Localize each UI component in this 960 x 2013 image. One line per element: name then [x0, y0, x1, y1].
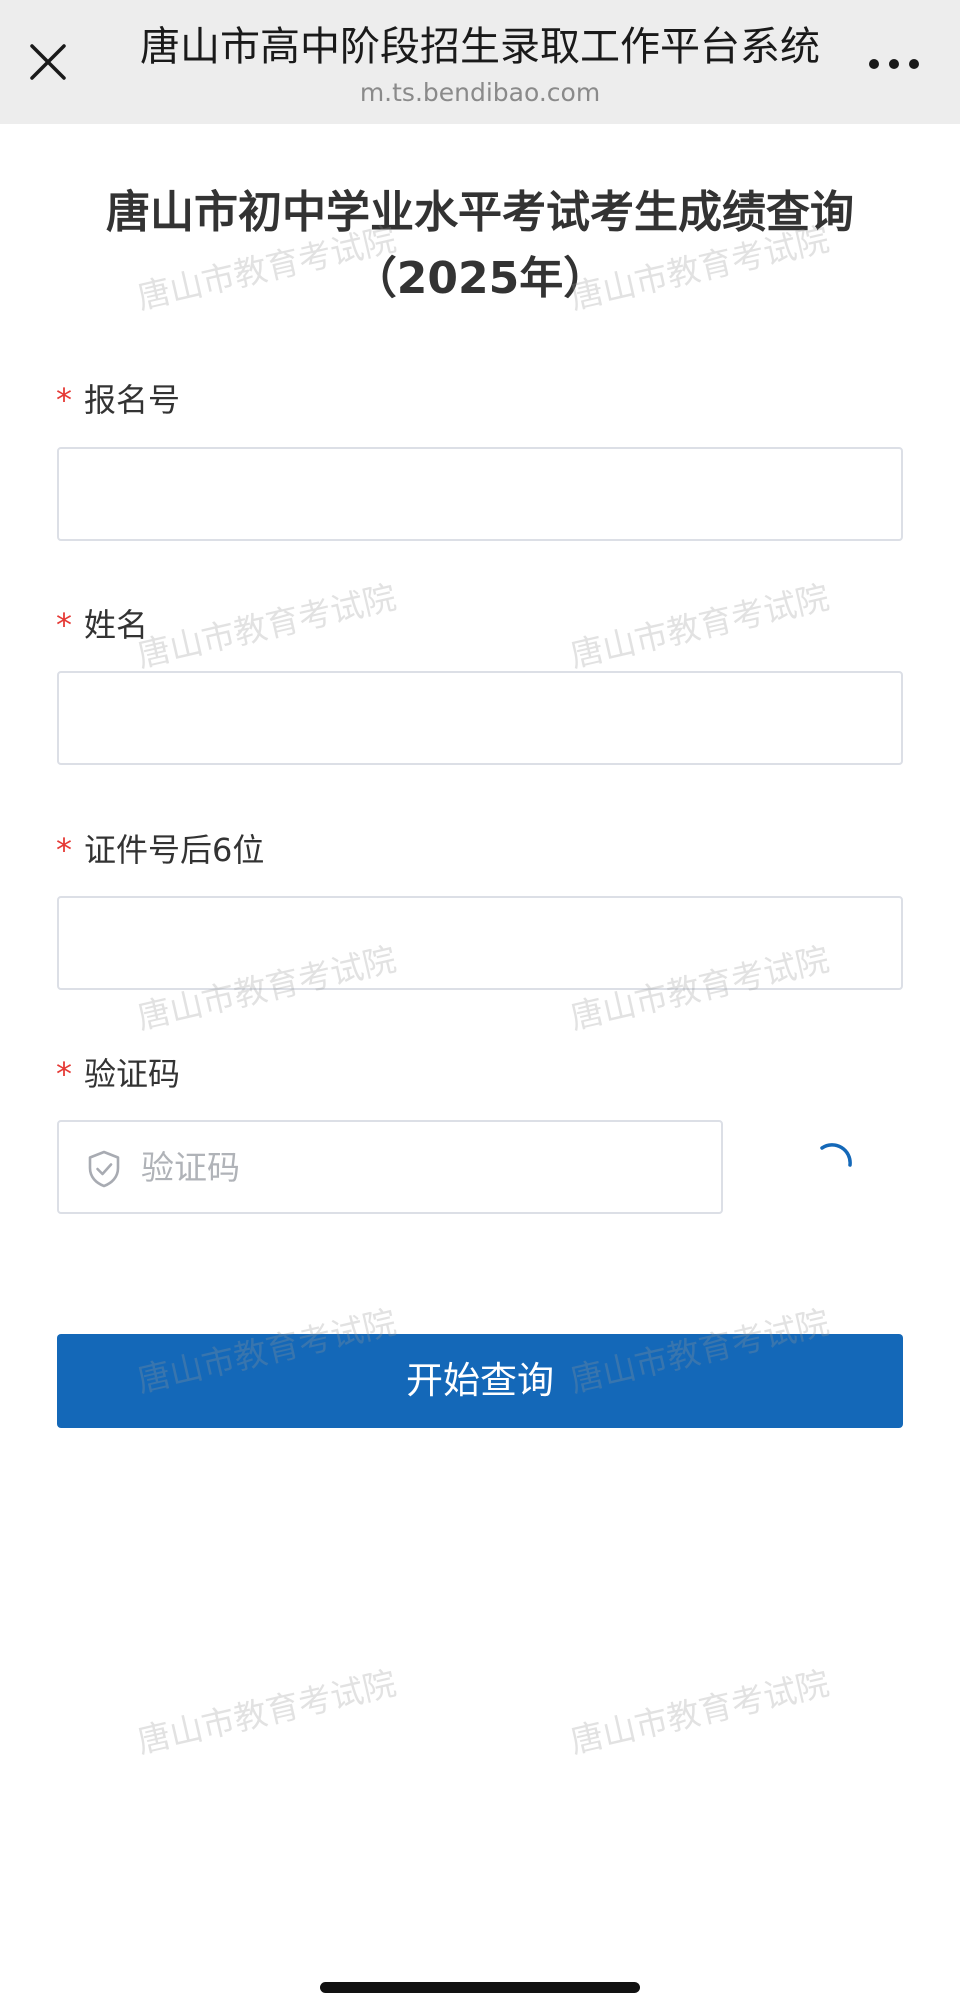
page-title: 唐山市初中学业水平考试考生成绩查询 （2025年） — [60, 180, 900, 312]
start-query-button[interactable]: 开始查询 — [57, 1334, 903, 1428]
loading-spinner-icon — [820, 1143, 852, 1167]
id-last6-input[interactable] — [57, 896, 903, 990]
watermark: 唐山市教育考试院 — [133, 577, 400, 675]
more-icon — [869, 59, 919, 69]
close-icon — [30, 44, 66, 80]
required-mark: * — [56, 1055, 72, 1093]
watermark: 唐山市教育考试院 — [133, 1663, 400, 1761]
required-mark: * — [56, 381, 72, 419]
captcha-image-loading-spinner[interactable] — [808, 1140, 858, 1190]
id-last6-label-text: 证件号后6位 — [84, 831, 265, 869]
name-input[interactable] — [57, 671, 903, 765]
shield-check-icon — [88, 1150, 120, 1188]
close-button[interactable] — [22, 36, 74, 88]
watermark: 唐山市教育考试院 — [566, 1663, 833, 1761]
name-label: * 姓名 — [56, 603, 148, 647]
captcha-field — [57, 1120, 723, 1214]
required-mark: * — [56, 831, 72, 869]
nav-url: m.ts.bendibao.com — [359, 78, 601, 107]
home-indicator[interactable] — [320, 1982, 640, 1993]
registration-number-input[interactable] — [57, 447, 903, 541]
nav-title: 唐山市高中阶段招生录取工作平台系统 — [140, 24, 820, 70]
more-button[interactable] — [862, 40, 926, 84]
captcha-label-text: 验证码 — [84, 1055, 181, 1093]
registration-number-label: * 报名号 — [56, 378, 180, 422]
registration-number-label-text: 报名号 — [84, 381, 181, 419]
page-title-line2: （2025年） — [352, 253, 608, 304]
captcha-input[interactable] — [133, 1122, 703, 1212]
page-title-line1: 唐山市初中学业水平考试考生成绩查询 — [106, 187, 854, 238]
required-mark: * — [56, 606, 72, 644]
name-label-text: 姓名 — [84, 606, 149, 644]
id-last6-label: * 证件号后6位 — [56, 828, 264, 872]
captcha-label: * 验证码 — [56, 1052, 180, 1096]
watermark: 唐山市教育考试院 — [566, 577, 833, 675]
top-nav-bar: 唐山市高中阶段招生录取工作平台系统 m.ts.bendibao.com — [0, 0, 960, 124]
